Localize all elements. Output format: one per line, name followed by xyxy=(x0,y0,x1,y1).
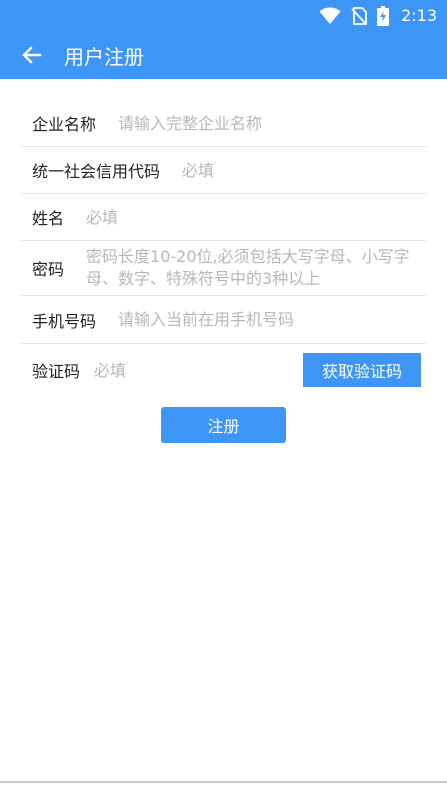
wifi-icon xyxy=(319,7,341,24)
bottom-divider xyxy=(0,781,447,783)
status-bar: 2:13 xyxy=(0,0,447,31)
register-form: 企业名称 统一社会信用代码 姓名 密码 手机号码 验证码 获取验证码 xyxy=(21,100,426,396)
password-row: 密码 xyxy=(21,241,426,296)
arrow-left-icon xyxy=(22,46,42,64)
register-button[interactable]: 注册 xyxy=(161,407,286,443)
name-input[interactable] xyxy=(86,207,426,227)
phone-input[interactable] xyxy=(118,310,426,329)
password-label: 密码 xyxy=(32,260,65,279)
verify-code-row: 验证码 获取验证码 xyxy=(21,344,426,396)
no-sim-icon xyxy=(351,6,367,25)
phone-row: 手机号码 xyxy=(21,296,426,344)
company-input[interactable] xyxy=(118,113,426,133)
app-bar: 用户注册 xyxy=(0,31,447,79)
status-time: 2:13 xyxy=(401,6,437,25)
battery-charging-icon xyxy=(377,5,390,26)
phone-label: 手机号码 xyxy=(32,311,97,331)
get-verify-code-button[interactable]: 获取验证码 xyxy=(303,353,421,387)
verify-code-input[interactable] xyxy=(94,360,303,380)
name-label: 姓名 xyxy=(32,209,65,228)
status-icons: 2:13 xyxy=(319,5,437,26)
credit-code-input[interactable] xyxy=(182,160,426,180)
password-input[interactable] xyxy=(86,246,426,290)
credit-code-row: 统一社会信用代码 xyxy=(21,147,426,194)
company-row: 企业名称 xyxy=(21,100,426,147)
credit-code-label: 统一社会信用代码 xyxy=(32,162,161,181)
company-label: 企业名称 xyxy=(32,115,97,134)
name-row: 姓名 xyxy=(21,194,426,241)
page-title: 用户注册 xyxy=(64,44,144,69)
back-button[interactable] xyxy=(0,31,64,79)
verify-code-label: 验证码 xyxy=(32,362,81,381)
